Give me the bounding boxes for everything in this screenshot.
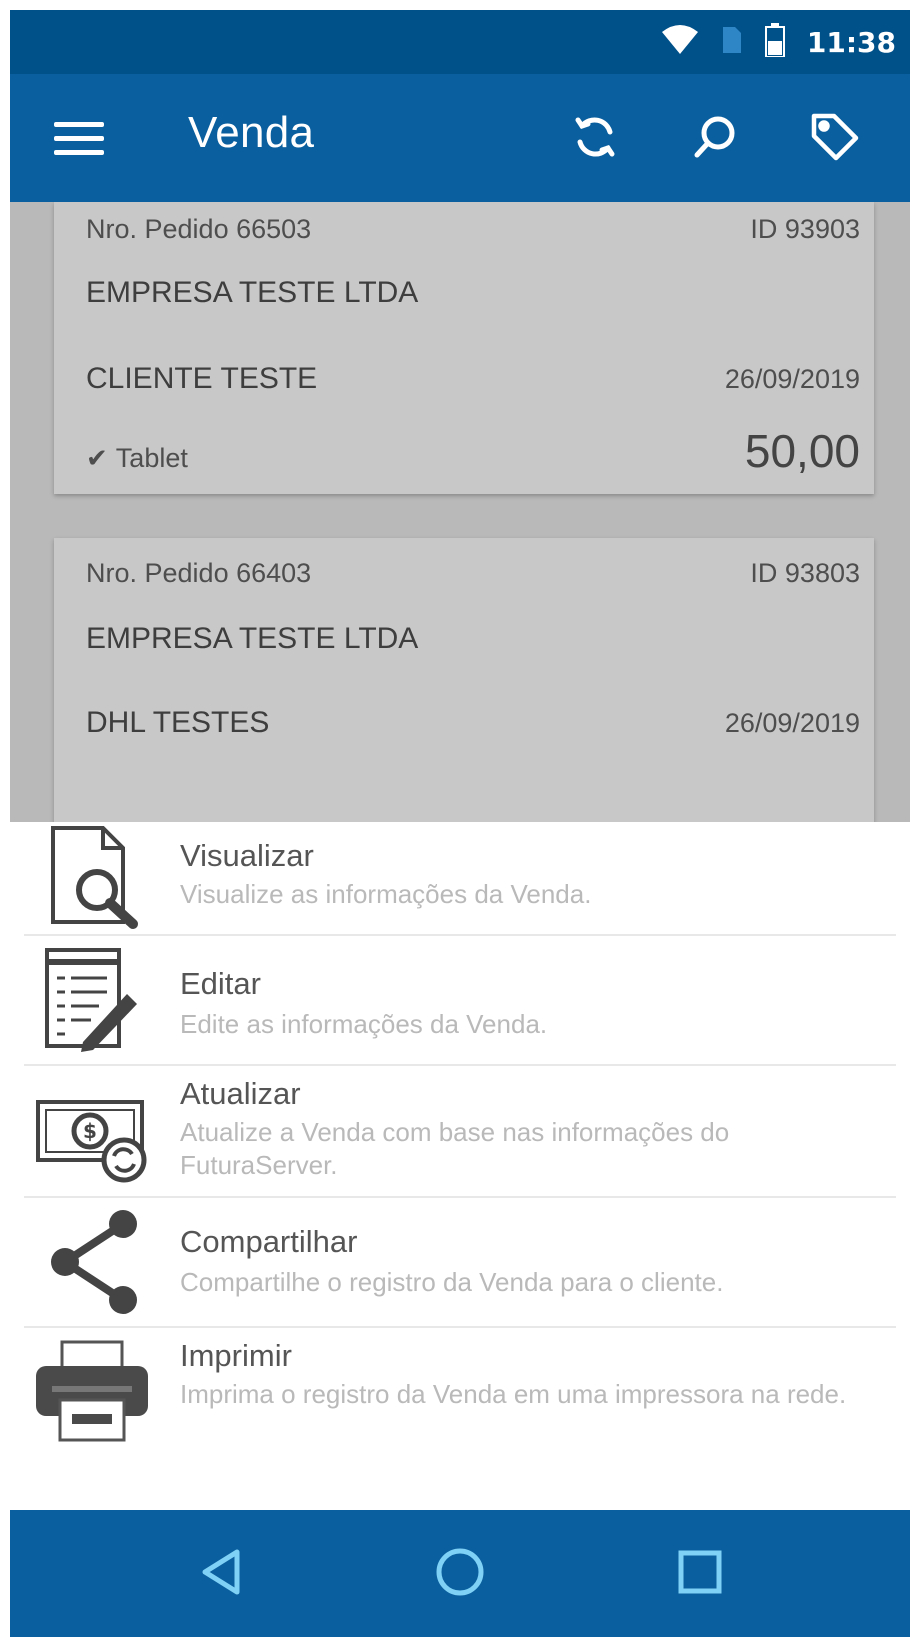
home-button[interactable] <box>422 1536 498 1612</box>
menu-line <box>54 135 104 141</box>
action-compartilhar[interactable]: Compartilhar Compartilhe o registro da V… <box>10 1198 910 1326</box>
action-description: Atualize a Venda com base nas informaçõe… <box>180 1117 730 1180</box>
client-name: CLIENTE TESTE <box>86 362 318 395</box>
order-number: Nro. Pedido 66403 <box>86 558 312 588</box>
order-card[interactable]: Nro. Pedido 66503 ID 93903 EMPRESA TESTE… <box>54 202 874 494</box>
action-description: Visualize as informações da Venda. <box>180 879 592 909</box>
sync-button[interactable] <box>560 104 630 174</box>
menu-line <box>54 121 104 127</box>
menu-button[interactable] <box>54 112 114 164</box>
card-client-row: DHL TESTES 26/09/2019 <box>86 706 860 740</box>
recents-icon <box>674 1546 726 1603</box>
app-bar: Venda <box>10 74 910 202</box>
home-icon <box>432 1544 488 1605</box>
client-name: DHL TESTES <box>86 706 270 739</box>
tag-button[interactable] <box>800 104 870 174</box>
action-title: Editar <box>180 966 261 1001</box>
order-date: 26/09/2019 <box>724 364 860 394</box>
action-title: Compartilhar <box>180 1224 358 1259</box>
order-date: 26/09/2019 <box>724 708 860 738</box>
tag-icon <box>808 110 862 169</box>
sim-icon <box>721 25 743 60</box>
action-imprimir[interactable]: Imprimir Imprima o registro da Venda em … <box>10 1328 910 1458</box>
action-title: Imprimir <box>180 1338 292 1373</box>
recents-button[interactable] <box>662 1536 738 1612</box>
status-bar: 11:38 <box>10 10 910 74</box>
back-icon <box>197 1546 247 1603</box>
sync-icon <box>570 112 620 167</box>
action-title: Atualizar <box>180 1076 301 1111</box>
status-icons: 11:38 <box>661 18 896 66</box>
card-total-row: ✔ Tablet 50,00 <box>86 424 860 478</box>
battery-icon <box>764 22 785 62</box>
printer-icon <box>32 1336 152 1446</box>
share-icon <box>32 1206 152 1316</box>
wifi-icon <box>661 24 699 61</box>
money-refresh-icon: $ <box>32 1080 152 1190</box>
navigation-bar <box>10 1510 910 1637</box>
action-title: Visualizar <box>180 838 314 873</box>
action-description: Edite as informações da Venda. <box>180 1009 548 1039</box>
device-label: ✔ Tablet <box>86 443 188 474</box>
card-company-row: EMPRESA TESTE LTDA <box>86 622 860 656</box>
svg-text:$: $ <box>83 1119 97 1143</box>
order-list: Nro. Pedido 66503 ID 93903 EMPRESA TESTE… <box>10 202 910 822</box>
device-name: Tablet <box>115 443 188 473</box>
back-button[interactable] <box>184 1536 260 1612</box>
card-company-row: EMPRESA TESTE LTDA <box>86 276 860 310</box>
card-client-row: CLIENTE TESTE 26/09/2019 <box>86 362 860 396</box>
app-frame: 11:38 Venda Nro. Pedido 66503 ID 93903 E… <box>0 0 920 1637</box>
action-visualizar[interactable]: Visualizar Visualize as informações da V… <box>10 822 910 934</box>
order-id: ID 93903 <box>750 214 860 244</box>
actions-bottom-sheet: Visualizar Visualize as informações da V… <box>10 822 910 1510</box>
search-icon <box>690 112 740 167</box>
edit-form-icon <box>32 944 152 1054</box>
check-icon: ✔ <box>86 443 108 473</box>
action-description: Imprima o registro da Venda em uma impre… <box>180 1379 847 1409</box>
action-editar[interactable]: Editar Edite as informações da Venda. <box>10 936 910 1064</box>
document-search-icon <box>32 822 152 932</box>
company-name: EMPRESA TESTE LTDA <box>86 622 419 655</box>
order-id: ID 93803 <box>750 558 860 588</box>
menu-line <box>54 149 104 155</box>
page-title: Venda <box>188 108 315 157</box>
card-header-row: Nro. Pedido 66403 ID 93803 <box>86 558 860 589</box>
order-card[interactable]: Nro. Pedido 66403 ID 93803 EMPRESA TESTE… <box>54 538 874 822</box>
card-header-row: Nro. Pedido 66503 ID 93903 <box>86 214 860 245</box>
order-number: Nro. Pedido 66503 <box>86 214 312 244</box>
action-atualizar[interactable]: $ Atualizar Atualize a Venda com base na… <box>10 1066 910 1196</box>
status-time: 11:38 <box>806 25 896 59</box>
company-name: EMPRESA TESTE LTDA <box>86 276 419 309</box>
order-total: 50,00 <box>744 425 860 477</box>
search-button[interactable] <box>680 104 750 174</box>
action-description: Compartilhe o registro da Venda para o c… <box>180 1267 724 1297</box>
